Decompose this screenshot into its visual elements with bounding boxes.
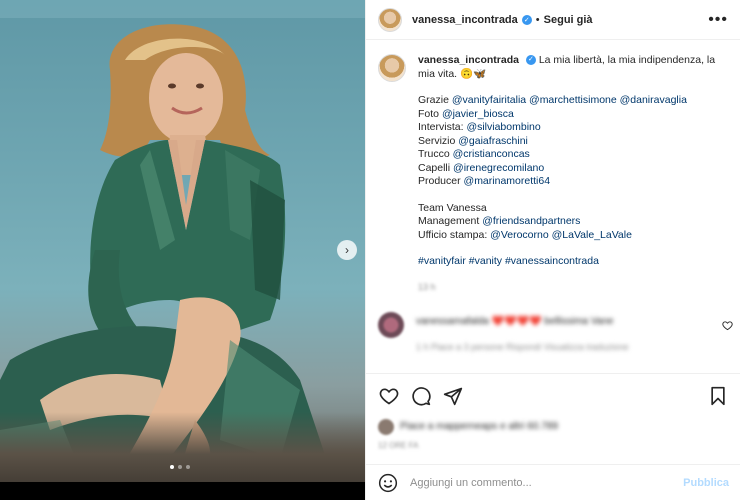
chevron-right-icon[interactable]: › [337, 240, 357, 260]
instagram-post: › vanessa_incontrada ✓ • Segui già ••• v… [0, 0, 740, 500]
mention-link[interactable]: @irenegrecomilano [453, 162, 544, 174]
mention-link[interactable]: @Verocorno @LaVale_LaVale [490, 229, 632, 241]
publish-button[interactable]: Pubblica [683, 477, 729, 489]
post-date: 12 ORE FA [378, 441, 419, 450]
separator-dot: • [535, 13, 540, 26]
comment-meta: 1 h Piace a 3 persone Rispondi Visualizz… [416, 342, 629, 352]
likes-count[interactable]: Piace a mapperneaps e altri 60.789 [400, 421, 558, 432]
mention-link[interactable]: @cristianconcas [453, 148, 530, 160]
hashtags[interactable]: #vanityfair #vanity #vanessaincontrada [418, 255, 718, 269]
heart-outline-icon[interactable] [722, 320, 733, 334]
mention-link[interactable]: @vanityfairitalia @marchettisimone @dani… [452, 94, 687, 106]
avatar[interactable] [378, 7, 402, 32]
emoji-icon[interactable] [378, 473, 398, 493]
avatar[interactable] [378, 312, 404, 338]
mention-link[interactable]: @friendsandpartners [482, 215, 580, 227]
caption-username[interactable]: vanessa_incontrada [418, 54, 519, 66]
credit-line: Producer @marinamoretti64 [418, 175, 551, 187]
post-header: vanessa_incontrada ✓ • Segui già ••• [366, 0, 740, 40]
carousel-dot [186, 465, 190, 469]
credit-line: Intervista: @silviabombino [418, 121, 541, 133]
carousel-dot [178, 465, 182, 469]
comment-item: vanessamafalda ❤️❤️❤️❤️ bellissima Vane … [378, 310, 733, 360]
mention-link[interactable]: @gaiafraschini [458, 135, 528, 147]
post-photo[interactable]: › [0, 0, 365, 482]
comment-text: vanessamafalda ❤️❤️❤️❤️ bellissima Vane [416, 316, 614, 327]
comment-input[interactable] [410, 476, 684, 489]
team-title: Team Vanessa [418, 201, 487, 214]
carousel-dots [170, 465, 190, 469]
caption-timestamp: 13 h [418, 281, 436, 292]
woman-photo-illustration [0, 24, 330, 482]
action-bar [366, 373, 740, 417]
bookmark-icon[interactable] [707, 385, 729, 407]
credit-line: Servizio @gaiafraschini [418, 134, 528, 147]
mention-link[interactable]: @marinamoretti64 [464, 175, 551, 187]
credit-line: Capelli @irenegrecomilano [418, 161, 545, 174]
comment-composer: Pubblica [366, 464, 740, 500]
more-horizontal-icon[interactable]: ••• [708, 11, 728, 29]
credit-line: Grazie @vanityfairitalia @marchettisimon… [418, 94, 687, 106]
credit-line: Foto @javier_biosca [418, 107, 514, 120]
heart-outline-icon[interactable] [378, 385, 400, 407]
credit-line: Trucco @cristianconcas [418, 148, 530, 160]
likes-summary: Piace a mapperneaps e altri 60.789 12 OR… [378, 417, 733, 450]
header-username[interactable]: vanessa_incontrada [412, 14, 518, 26]
mention-link[interactable]: @silviabombino [466, 121, 540, 133]
paper-plane-icon[interactable] [442, 385, 464, 407]
post-caption: vanessa_incontrada ✓ La mia libertà, la … [366, 40, 740, 300]
comment-icon[interactable] [410, 385, 432, 407]
avatar[interactable] [378, 54, 406, 82]
carousel-dot [170, 465, 174, 469]
verified-badge-icon: ✓ [521, 14, 532, 25]
avatar[interactable] [378, 419, 394, 435]
following-button[interactable]: Segui già [544, 14, 593, 26]
mention-link[interactable]: @javier_biosca [442, 108, 514, 120]
team-line: Ufficio stampa: @Verocorno @LaVale_LaVal… [418, 228, 632, 241]
post-details-panel: vanessa_incontrada ✓ • Segui già ••• van… [365, 0, 740, 500]
verified-badge-icon: ✓ [525, 55, 536, 66]
team-line: Management @friendsandpartners [418, 215, 581, 227]
